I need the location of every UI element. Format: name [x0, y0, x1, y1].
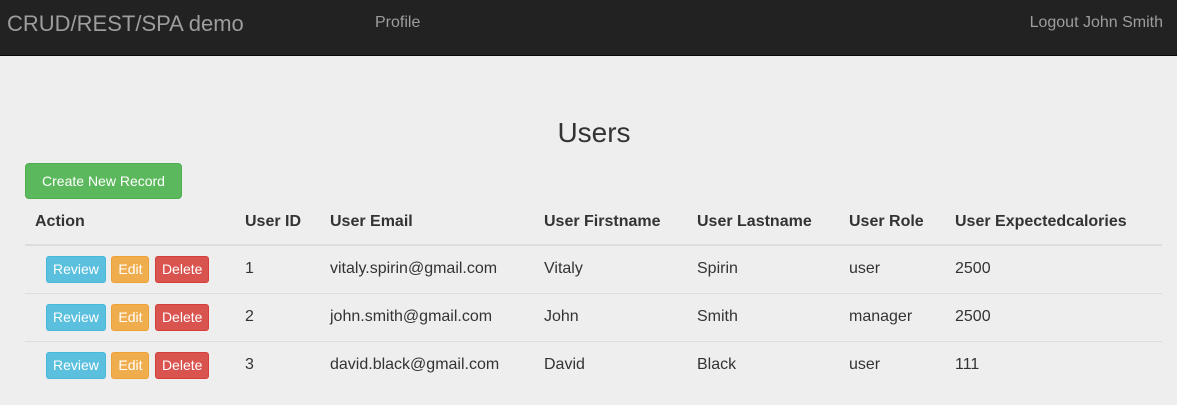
user-lastname-cell: Smith	[687, 293, 839, 342]
users-table: Action User ID User Email User Firstname…	[25, 200, 1162, 389]
user-calories-cell: 111	[955, 356, 980, 374]
navbar: CRUD/REST/SPA demo Profile Logout John S…	[0, 0, 1177, 56]
user-firstname-cell: David	[544, 356, 585, 374]
header-user-email: User Email	[320, 200, 534, 246]
table-row: Review Edit Delete 3 david.black@gmail.c…	[25, 341, 1162, 389]
action-cell: Review Edit Delete	[25, 245, 235, 294]
profile-link[interactable]: Profile	[375, 14, 420, 32]
user-email-cell: vitaly.spirin@gmail.com	[320, 245, 534, 294]
user-email-cell: john.smith@gmail.com	[320, 293, 534, 342]
table-row: Review Edit Delete 2 john.smith@gmail.co…	[25, 293, 1162, 342]
user-id-cell: 3	[245, 356, 254, 374]
user-email-cell: david.black@gmail.com	[330, 356, 500, 374]
review-button[interactable]: Review	[46, 255, 106, 283]
user-id-cell: 2	[235, 293, 320, 342]
logout-link[interactable]: Logout John Smith	[1030, 14, 1163, 32]
header-user-lastname: User Lastname	[687, 200, 839, 246]
brand-link[interactable]: CRUD/REST/SPA demo	[7, 11, 244, 37]
user-role-cell: user	[839, 245, 945, 294]
user-firstname-cell: Vitaly	[534, 245, 687, 294]
header-user-firstname: User Firstname	[534, 200, 687, 246]
edit-button[interactable]: Edit	[111, 303, 150, 331]
delete-button[interactable]: Delete	[154, 351, 210, 379]
delete-button[interactable]: Delete	[154, 303, 210, 331]
action-cell: Review Edit Delete	[25, 341, 235, 389]
user-firstname-cell: John	[534, 293, 687, 342]
table-header-row: Action User ID User Email User Firstname…	[25, 200, 1162, 246]
user-id-cell: 1	[235, 245, 320, 294]
user-role-cell: manager	[839, 293, 945, 342]
user-lastname-cell: Spirin	[687, 245, 839, 294]
review-button[interactable]: Review	[46, 303, 106, 331]
user-calories-cell: 2500	[945, 293, 1162, 342]
delete-button[interactable]: Delete	[154, 255, 210, 283]
user-role-cell: user	[849, 356, 881, 374]
header-user-role: User Role	[839, 200, 945, 246]
create-record-button[interactable]: Create New Record	[25, 163, 182, 199]
header-user-expectedcalories: User Expectedcalories	[945, 200, 1162, 246]
header-action: Action	[25, 200, 235, 246]
review-button[interactable]: Review	[46, 351, 106, 379]
action-cell: Review Edit Delete	[25, 293, 235, 342]
edit-button[interactable]: Edit	[111, 351, 150, 379]
page-title: Users	[557, 117, 631, 148]
header-user-id: User ID	[235, 200, 320, 246]
edit-button[interactable]: Edit	[111, 255, 150, 283]
user-calories-cell: 2500	[945, 245, 1162, 294]
table-row: Review Edit Delete 1 vitaly.spirin@gmail…	[25, 245, 1162, 294]
user-lastname-cell: Black	[697, 356, 737, 374]
